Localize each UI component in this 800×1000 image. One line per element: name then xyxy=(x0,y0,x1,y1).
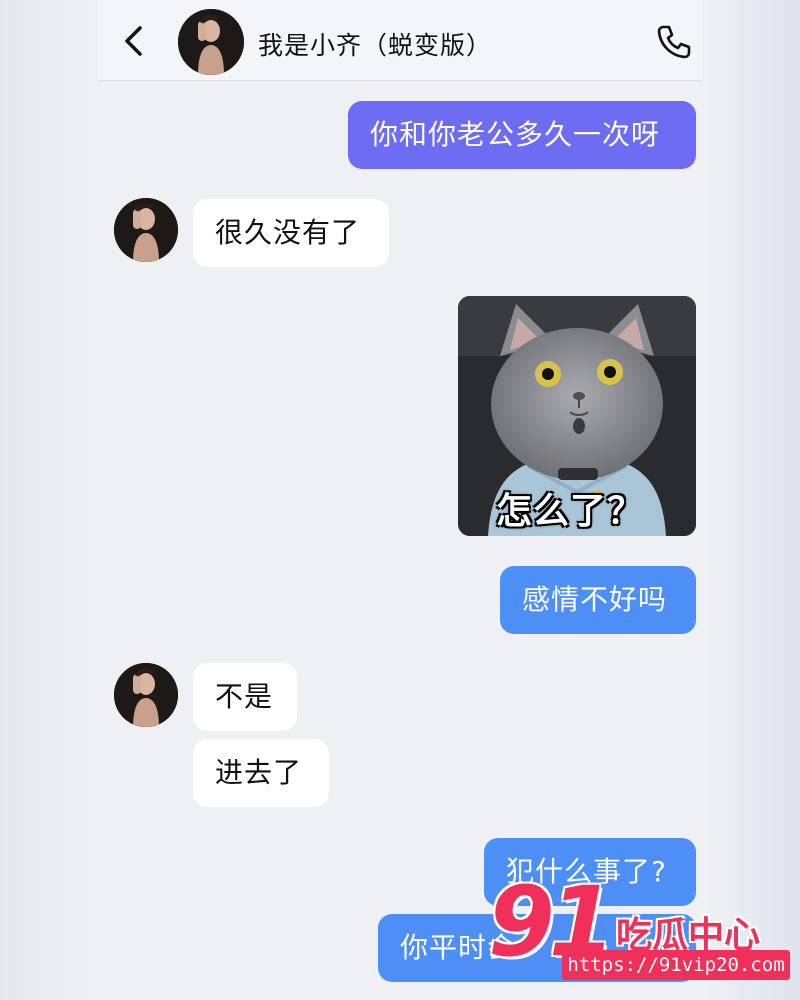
contact-avatar[interactable] xyxy=(114,663,178,727)
contact-avatar[interactable] xyxy=(114,198,178,262)
sticker-caption: 怎么了？ xyxy=(496,491,645,532)
contact-avatar[interactable] xyxy=(178,9,244,75)
message-bubble-outgoing[interactable]: 你和你老公多久一次呀 xyxy=(348,101,696,169)
chat-header: 我是小齐（蜕变版） xyxy=(98,0,702,81)
watermark-url: https://91vip20.com xyxy=(562,950,790,980)
cat-sticker-image[interactable]: 怎么了？ xyxy=(458,296,696,536)
message-bubble-outgoing[interactable]: 感情不好吗 xyxy=(500,566,696,634)
message-bubble-incoming[interactable]: 进去了 xyxy=(193,739,329,807)
message-bubble-incoming[interactable]: 不是 xyxy=(193,663,297,731)
phone-icon[interactable] xyxy=(654,22,694,62)
chat-screen: 我是小齐（蜕变版） 你和你老公多久一次呀 很久没有了 怎么了？ 感情不好吗 不是… xyxy=(98,0,702,1000)
chevron-left-icon[interactable] xyxy=(120,24,150,58)
message-bubble-incoming[interactable]: 很久没有了 xyxy=(193,199,389,267)
site-watermark: 91 吃瓜中心 https://91vip20.com xyxy=(488,866,800,1000)
chat-title: 我是小齐（蜕变版） xyxy=(258,31,493,60)
